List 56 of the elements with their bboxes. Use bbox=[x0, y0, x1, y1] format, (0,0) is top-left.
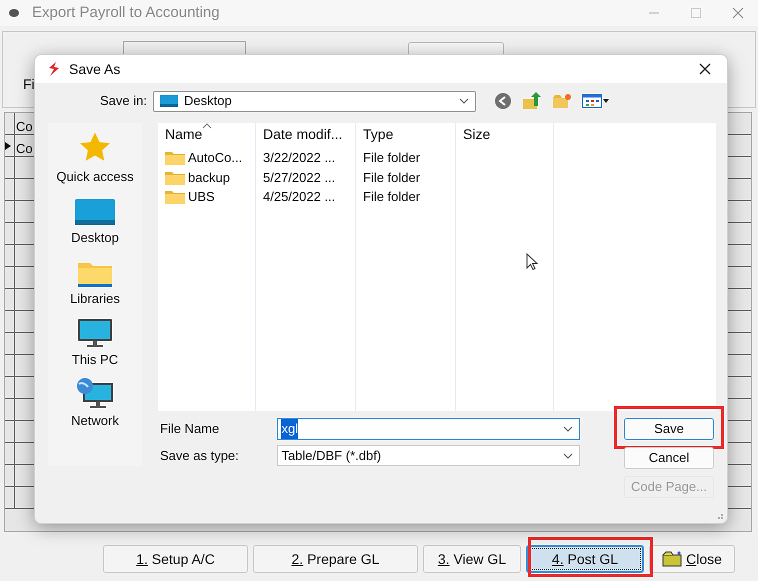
row-pointer-icon bbox=[5, 142, 11, 150]
desktop-icon bbox=[160, 95, 178, 107]
place-item[interactable]: Network bbox=[50, 375, 140, 430]
date-cell-text: 4/25/2022 ... bbox=[263, 188, 336, 206]
dialog-button[interactable]: Save bbox=[624, 418, 714, 440]
column-header[interactable]: Size bbox=[456, 123, 553, 145]
place-item[interactable]: This PC bbox=[50, 314, 140, 369]
toolbar-button[interactable]: 1. Setup A/C bbox=[103, 545, 248, 573]
save-type-dropdown[interactable]: Table/DBF (*.dbf) bbox=[277, 445, 580, 466]
file-name[interactable]: UBS bbox=[188, 187, 215, 206]
app-logo-icon bbox=[47, 61, 61, 77]
view-menu-icon[interactable] bbox=[582, 94, 610, 108]
column-header[interactable]: Name bbox=[158, 123, 255, 145]
file-name-label: File Name bbox=[160, 420, 220, 438]
chevron-down-icon bbox=[459, 98, 469, 104]
dialog-button[interactable]: Cancel bbox=[624, 447, 714, 469]
toolbar-button[interactable]: Close bbox=[649, 545, 735, 573]
column-header[interactable]: Date modif... bbox=[256, 123, 355, 145]
place-item[interactable]: Quick access bbox=[50, 131, 140, 186]
folder-icon bbox=[165, 150, 185, 166]
column-header[interactable]: Type bbox=[356, 123, 455, 145]
toolbar-button[interactable]: 3. View GL bbox=[423, 545, 521, 573]
chevron-down-icon bbox=[563, 426, 573, 432]
table-cell-text: Co bbox=[15, 140, 33, 156]
folder-up-icon[interactable] bbox=[522, 92, 542, 110]
computer-icon bbox=[77, 318, 113, 348]
date-cell-text: 5/27/2022 ... bbox=[263, 168, 336, 186]
dialog-title: Save As bbox=[69, 60, 120, 78]
save-type-label: Save as type: bbox=[160, 446, 240, 465]
column-header: Co bbox=[15, 118, 33, 134]
type-cell-text: File folder bbox=[363, 168, 420, 186]
toolbar-button[interactable]: 2. Prepare GL bbox=[253, 545, 418, 573]
chevron-down-icon bbox=[563, 452, 573, 458]
place-item[interactable]: Desktop bbox=[50, 192, 140, 247]
folder-icon bbox=[165, 189, 185, 204]
field-label: Fi bbox=[23, 75, 35, 94]
new-folder-icon[interactable] bbox=[552, 93, 572, 109]
folder-icon bbox=[165, 170, 185, 185]
toolbar-button[interactable]: 4. Post GL bbox=[526, 545, 644, 573]
type-cell-text: File folder bbox=[363, 149, 420, 167]
desktop-icon bbox=[74, 198, 116, 226]
place-item[interactable]: Libraries bbox=[50, 253, 140, 308]
type-cell-text: File folder bbox=[363, 188, 420, 206]
resize-grip-icon bbox=[715, 511, 723, 519]
file-name[interactable]: backup bbox=[188, 168, 230, 187]
save-in-label: Save in: bbox=[99, 92, 148, 110]
app-icon bbox=[8, 8, 20, 18]
close-icon[interactable] bbox=[699, 63, 711, 75]
mouse-cursor-icon bbox=[526, 253, 538, 271]
network-icon bbox=[75, 376, 115, 408]
back-icon[interactable] bbox=[494, 92, 512, 110]
save-in-dropdown[interactable]: Desktop bbox=[153, 90, 476, 112]
file-name-field[interactable]: xgl bbox=[277, 418, 580, 440]
window-title: Export Payroll to Accounting bbox=[32, 2, 220, 23]
file-name[interactable]: AutoCo... bbox=[188, 148, 242, 168]
date-cell-text: 3/22/2022 ... bbox=[263, 149, 336, 167]
